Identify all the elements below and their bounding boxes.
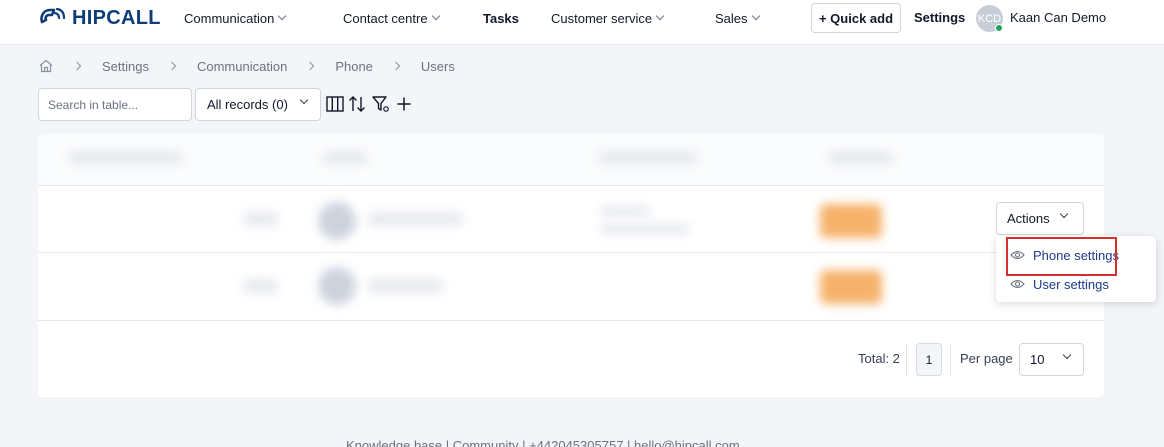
records-filter-select[interactable]: All records (0)	[195, 88, 321, 121]
chevron-down-icon	[299, 95, 309, 105]
online-status-indicator	[995, 24, 1003, 32]
blurred-avatar	[318, 267, 356, 305]
eye-icon	[1010, 279, 1025, 289]
page-button[interactable]: 1	[916, 343, 942, 376]
total-count: Total: 2	[858, 351, 900, 366]
chevron-down-icon	[1059, 209, 1069, 219]
records-filter-value: All records (0)	[207, 97, 288, 112]
blurred-avatar	[318, 202, 356, 240]
columns-icon[interactable]	[325, 94, 345, 114]
blurred-cell	[600, 224, 690, 234]
blurred-status-badge	[820, 270, 882, 304]
per-page-label: Per page	[960, 351, 1013, 366]
brand-name: HIPCALL	[72, 6, 161, 29]
blurred-cell	[243, 212, 278, 226]
blurred-status-badge	[820, 204, 882, 238]
row-divider	[38, 320, 1104, 321]
blurred-cell	[368, 279, 443, 293]
add-icon[interactable]	[394, 94, 414, 114]
blurred-cell	[600, 206, 650, 216]
breadcrumb: Settings Communication Phone Users	[38, 58, 455, 74]
chevron-down-icon	[278, 11, 287, 21]
sort-icon[interactable]	[347, 94, 367, 114]
settings-link[interactable]: Settings	[914, 10, 965, 25]
chevron-down-icon	[431, 11, 440, 21]
nav-label: Customer service	[551, 10, 653, 26]
per-page-value: 10	[1030, 352, 1045, 367]
filter-settings-icon[interactable]	[371, 94, 391, 114]
nav-label: Tasks	[483, 10, 519, 26]
user-name[interactable]: Kaan Can Demo	[1010, 10, 1106, 25]
nav-label: Communication	[184, 10, 275, 26]
chevron-down-icon	[1062, 350, 1072, 360]
quick-add-button[interactable]: + Quick add	[811, 3, 901, 33]
breadcrumb-separator-icon	[167, 61, 177, 71]
table-header	[38, 134, 1104, 186]
home-icon[interactable]	[38, 58, 54, 74]
menu-item-user-settings[interactable]: User settings	[1010, 275, 1109, 293]
footer-links[interactable]: Knowledge base | Community | +4420453057…	[346, 438, 740, 447]
breadcrumb-item-settings[interactable]: Settings	[102, 59, 149, 74]
nav-contact-centre[interactable]: Contact centre	[343, 10, 440, 26]
users-table	[38, 134, 1104, 397]
breadcrumb-separator-icon	[391, 61, 401, 71]
menu-item-label: User settings	[1033, 276, 1109, 292]
hipcall-logo[interactable]: HIPCALL	[38, 6, 161, 30]
chevron-down-icon	[751, 11, 760, 21]
actions-label: Actions	[1007, 211, 1050, 226]
chevron-down-icon	[655, 11, 665, 21]
breadcrumb-separator-icon	[306, 61, 315, 71]
row-divider	[38, 252, 1104, 253]
pagination-divider	[906, 343, 907, 376]
phone-logo-icon	[40, 7, 66, 24]
search-input[interactable]	[38, 88, 192, 121]
nav-communication[interactable]: Communication	[184, 10, 287, 26]
breadcrumb-item-phone[interactable]: Phone	[335, 59, 373, 74]
highlight-box	[1006, 237, 1117, 276]
blurred-column-header	[598, 152, 698, 164]
breadcrumb-item-users: Users	[420, 58, 455, 74]
per-page-select[interactable]: 10	[1019, 343, 1084, 376]
nav-label: Contact centre	[343, 10, 428, 26]
breadcrumb-item-communication[interactable]: Communication	[197, 59, 287, 74]
nav-sales[interactable]: Sales	[715, 10, 760, 26]
actions-button[interactable]: Actions	[996, 202, 1084, 235]
blurred-column-header	[828, 152, 893, 164]
top-navigation: HIPCALL Communication Contact centre Tas…	[0, 0, 1164, 45]
breadcrumb-separator-icon	[72, 61, 82, 71]
nav-customer-service[interactable]: Customer service	[551, 10, 665, 26]
blurred-column-header	[68, 152, 183, 164]
nav-label: Sales	[715, 10, 748, 26]
blurred-cell	[243, 279, 278, 293]
pagination-divider	[950, 343, 951, 376]
blurred-cell	[368, 212, 463, 226]
nav-tasks[interactable]: Tasks	[483, 10, 519, 26]
blurred-column-header	[323, 152, 368, 164]
